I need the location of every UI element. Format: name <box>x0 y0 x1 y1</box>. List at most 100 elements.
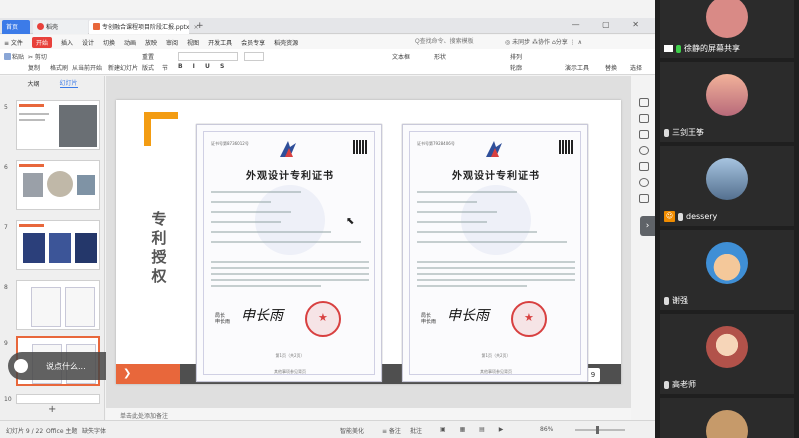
location-icon[interactable] <box>639 178 649 187</box>
tab-docer[interactable]: 稻壳 <box>33 20 88 34</box>
zoom-slider[interactable] <box>575 429 625 431</box>
window-controls[interactable]: — ▢ ✕ <box>572 20 649 29</box>
watermark-emblem <box>461 185 531 255</box>
thumb-photo <box>23 233 45 263</box>
participant-name: 谢强 <box>672 296 688 305</box>
menu-item-5[interactable]: 放映 <box>145 38 157 47</box>
add-slide-button[interactable]: + <box>48 404 56 415</box>
ribbon-toolbar: 粘贴 ✂ 剪切 复制 格式刷 从当前开始 新建幻灯片 版式 重置 节 B I U… <box>0 49 655 75</box>
layout-button[interactable]: 版式 <box>142 63 154 72</box>
thumb-photo <box>23 173 43 197</box>
new-tab-button[interactable]: + <box>196 21 204 31</box>
menu-item-7[interactable]: 视图 <box>187 38 199 47</box>
slide-thumbnail-5[interactable] <box>16 100 100 150</box>
arrange-button[interactable]: 排列 <box>510 52 522 61</box>
view-mode-buttons[interactable]: ▣ ▦ ▤ ▶ <box>440 426 509 433</box>
reset-button[interactable]: 重置 <box>142 52 154 61</box>
slide[interactable]: 专利授权 ❯ 9 证书号第8736012号 外观设计专利证书 局长 申长雨 申长… <box>116 100 621 384</box>
certificate-page: 第1页（共2页） <box>481 353 511 358</box>
menu-item-0[interactable]: 开始 <box>31 36 52 48</box>
font-size-select[interactable] <box>244 52 264 61</box>
replace-button[interactable]: 替换 <box>605 63 617 72</box>
transition-icon[interactable] <box>639 162 649 171</box>
sync-share-controls[interactable]: ◎ 未同步 ⁂协作 ⌂分享 ⋮ ∧ <box>505 37 582 46</box>
notes-toggle[interactable]: ≡ 备注 <box>382 426 401 435</box>
comments-toggle[interactable]: 批注 <box>410 426 422 435</box>
zoom-slider-handle[interactable] <box>596 426 599 434</box>
presentation-tools-button[interactable]: 演示工具 <box>565 63 589 72</box>
play-from-current-button[interactable]: 从当前开始 <box>72 63 102 72</box>
slide-number: 10 <box>4 396 12 403</box>
thumb-certificate <box>31 287 61 327</box>
menu-item-10[interactable]: 稻壳资源 <box>274 38 298 47</box>
patent-certificate-1[interactable]: 证书号第8736012号 外观设计专利证书 局长 申长雨 申长雨 ★ 第1页（共… <box>196 124 382 382</box>
participant-tile[interactable]: 徐静的屏幕共享 <box>660 0 794 58</box>
microphone-muted-icon <box>678 212 683 221</box>
theme-name: Office 主题 <box>46 428 78 435</box>
paste-button[interactable]: 粘贴 <box>4 52 24 61</box>
thumb-photo <box>59 105 97 147</box>
slide-canvas: 专利授权 ❯ 9 证书号第8736012号 外观设计专利证书 局长 申长雨 申长… <box>106 76 631 408</box>
tab-bar: 首页 稻壳 专创融合课程项目阶段汇报.pptx × + — ▢ ✕ <box>0 18 655 34</box>
tab-home[interactable]: 首页 <box>2 20 30 34</box>
certificate-text-line <box>417 261 575 263</box>
zoom-level[interactable]: 86% <box>540 426 553 433</box>
file-menu[interactable]: ≡ 文件 <box>4 38 23 47</box>
participant-tile[interactable]: 三剑王筝 <box>660 62 794 142</box>
slide-thumbnail-8[interactable] <box>16 280 100 330</box>
menu-item-1[interactable]: 插入 <box>61 38 73 47</box>
cut-button[interactable]: ✂ 剪切 <box>28 52 47 61</box>
seal-star-icon: ★ <box>524 311 534 324</box>
tab-current-document[interactable]: 专创融合课程项目阶段汇报.pptx × <box>89 20 198 34</box>
docer-icon <box>37 23 44 30</box>
microphone-icon <box>676 44 681 53</box>
font-style-buttons[interactable]: B I U S <box>178 63 228 70</box>
menu-item-9[interactable]: 会员专享 <box>241 38 265 47</box>
missing-font-button[interactable]: 缺失字体 <box>82 426 106 435</box>
section-button[interactable]: 节 <box>162 63 168 72</box>
format-painter-button[interactable]: 格式刷 <box>50 63 68 72</box>
participant-tile[interactable]: 高老师 <box>660 314 794 394</box>
settings-icon[interactable] <box>639 194 649 203</box>
tab-slides[interactable]: 幻灯片 <box>59 78 78 88</box>
participant-tile[interactable]: ☺ dessery <box>660 146 794 226</box>
text-box-button[interactable]: 文本框 <box>392 52 410 61</box>
participant-name-bar: 高老师 <box>664 379 696 390</box>
new-slide-button[interactable]: 新建幻灯片 <box>108 63 138 72</box>
certificate-text-line <box>417 211 497 213</box>
outline-button[interactable]: 轮廓 <box>510 63 522 72</box>
slide-thumbnail-10[interactable] <box>16 394 100 404</box>
slide-thumbnail-7[interactable] <box>16 220 100 270</box>
smart-beautify-button[interactable]: 智能美化 <box>340 426 364 435</box>
help-icon[interactable] <box>639 146 649 155</box>
font-family-select[interactable] <box>178 52 238 61</box>
tab-outline[interactable]: 大纲 <box>27 79 39 88</box>
copy-button[interactable]: 复制 <box>28 63 40 72</box>
director-signature: 申长雨 <box>241 308 283 324</box>
certificate-text-line <box>211 261 369 263</box>
menu-item-3[interactable]: 切换 <box>103 38 115 47</box>
menu-item-8[interactable]: 开发工具 <box>208 38 232 47</box>
notes-area[interactable]: 单击此处添加备注 <box>106 408 631 420</box>
certificate-text-line <box>417 221 487 223</box>
paste-label: 粘贴 <box>12 54 25 61</box>
command-search-input[interactable] <box>415 37 495 47</box>
certificate-text-line <box>211 279 369 281</box>
menu-item-4[interactable]: 动画 <box>124 38 136 47</box>
paste-icon <box>4 53 11 60</box>
patent-certificate-2[interactable]: 证书号第7928406号 外观设计专利证书 局长 申长雨 申长雨 ★ 第1页（共… <box>402 124 588 382</box>
select-button[interactable]: 选择 <box>630 63 642 72</box>
participant-tile[interactable]: 谢强 <box>660 230 794 310</box>
thumb-photo <box>49 233 71 263</box>
screen-share-icon <box>664 45 673 52</box>
animation-icon[interactable] <box>639 130 649 139</box>
properties-icon[interactable] <box>639 98 649 107</box>
menu-item-2[interactable]: 设计 <box>82 38 94 47</box>
slide-thumbnail-6[interactable] <box>16 160 100 210</box>
shape-button[interactable]: 形状 <box>434 52 446 61</box>
chat-face-icon <box>14 359 28 373</box>
shape-style-icon[interactable] <box>639 114 649 123</box>
collapse-panel-button[interactable]: › <box>640 216 655 236</box>
participant-tile[interactable] <box>660 398 794 438</box>
menu-item-6[interactable]: 审阅 <box>166 38 178 47</box>
